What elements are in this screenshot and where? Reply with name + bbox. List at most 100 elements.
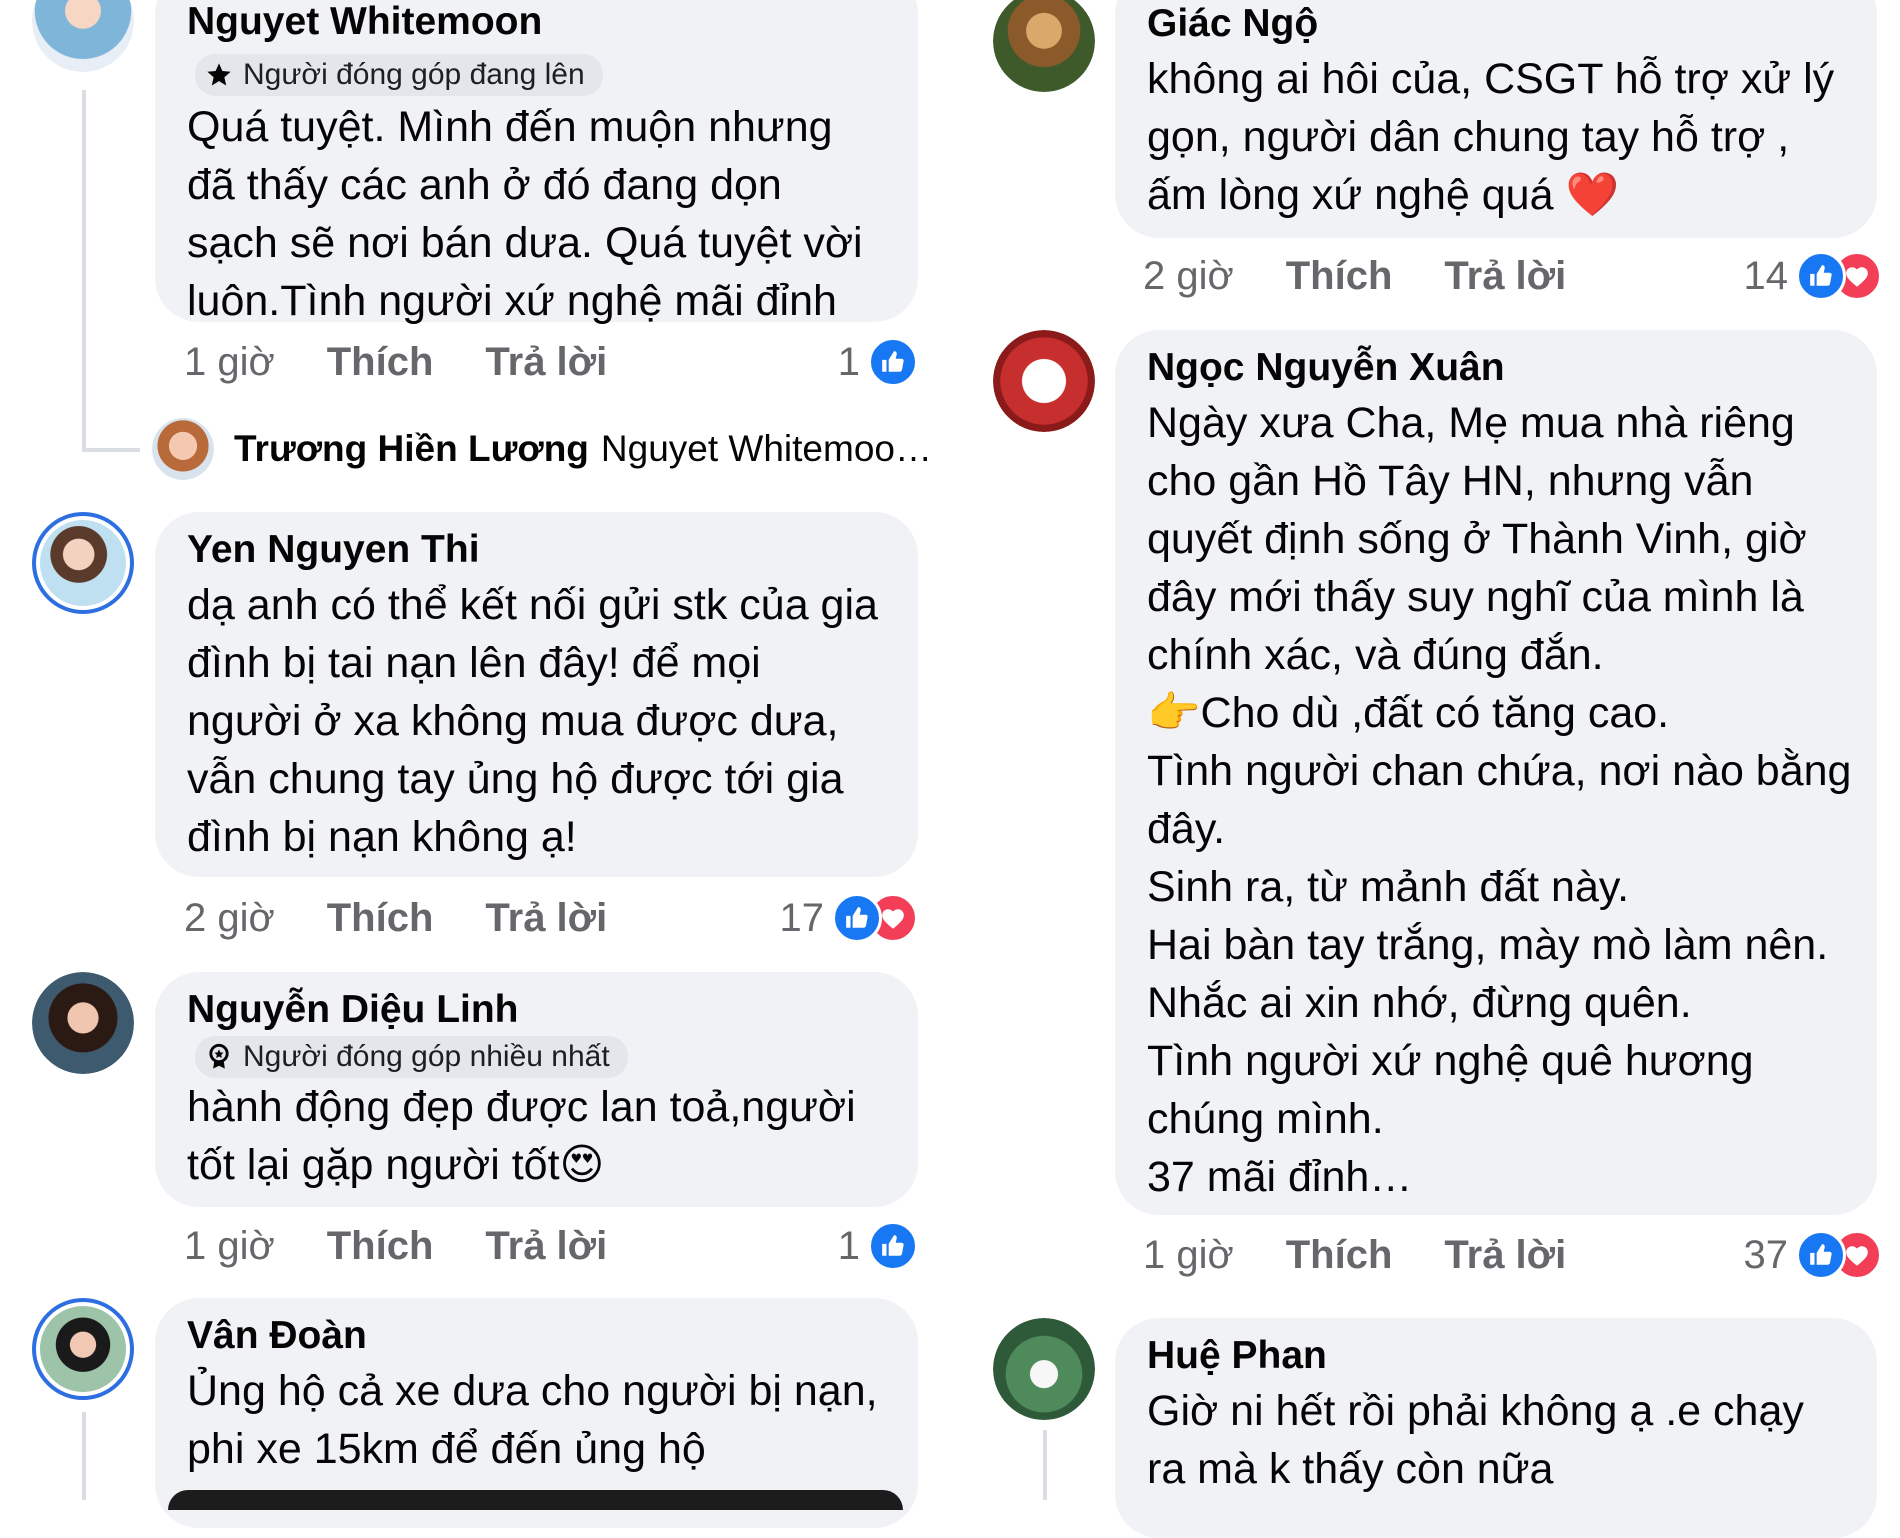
author-name[interactable]: Nguyễn Diệu Linh: [187, 988, 519, 1031]
reply-button[interactable]: Trả lời: [485, 1224, 607, 1269]
comment-time[interactable]: 2 giờ: [184, 896, 275, 941]
author-name[interactable]: Yen Nguyen Thi: [187, 528, 480, 571]
comment-text: hành động đẹp được lan toả,người tốt lại…: [187, 1078, 886, 1194]
comment-text: dạ anh có thể kết nối gửi stk của gia đì…: [187, 576, 886, 866]
avatar[interactable]: [993, 330, 1095, 432]
like-button[interactable]: Thích: [327, 1224, 434, 1269]
thread-connector: [82, 448, 140, 452]
author-name[interactable]: Nguyet Whitemoon: [187, 0, 542, 43]
reaction-count: 14: [1743, 253, 1789, 298]
text-line: Sinh ra, từ mảnh đất này.: [1147, 863, 1630, 911]
text-line: dạ anh có thể kết nối gửi stk của gia: [187, 581, 878, 629]
text-line: Tình người chan chứa, nơi nào bằng: [1147, 747, 1852, 795]
reply-button[interactable]: Trả lời: [1444, 254, 1566, 299]
comment-time[interactable]: 1 giờ: [184, 340, 275, 385]
comment-text: Giờ ni hết rồi phải không ạ .e chạy ra m…: [1147, 1382, 1845, 1498]
text-line: đây mới thấy suy nghĩ của mình là: [1147, 573, 1804, 621]
text-line: gọn, người dân chung tay hỗ trợ ,: [1147, 113, 1790, 161]
like-button[interactable]: Thích: [327, 896, 434, 941]
comment-bubble: Nguyet Whitemoon Người đóng góp đang lên…: [155, 0, 918, 325]
like-reaction-icon: [868, 337, 918, 387]
comment-actions: 1 giờ Thích Trả lời: [1143, 1225, 1618, 1285]
like-reaction-icon: [1796, 1230, 1846, 1280]
avatar[interactable]: [32, 1298, 134, 1400]
text-line: quyết định sống ở Thành Vinh, giờ: [1147, 515, 1807, 563]
comment-bubble: Nguyễn Diệu Linh Người đóng góp nhiều nh…: [155, 972, 918, 1207]
avatar[interactable]: [32, 972, 134, 1074]
comment-actions: 2 giờ Thích Trả lời: [184, 888, 659, 948]
reaction-count: 1: [837, 1223, 860, 1268]
text-line: Ngày xưa Cha, Mẹ mua nhà riêng: [1147, 399, 1795, 447]
text-line: đình bị nạn không ạ!: [187, 813, 577, 861]
comment-bubble: Yen Nguyen Thi dạ anh có thể kết nối gửi…: [155, 512, 918, 877]
like-button[interactable]: Thích: [327, 340, 434, 385]
badge-label: Người đóng góp đang lên: [243, 58, 585, 91]
text-line: tốt lại gặp người tốt😍: [187, 1141, 605, 1189]
comment-actions: 2 giờ Thích Trả lời: [1143, 246, 1618, 306]
text-line: ra mà k thấy còn nữa: [1147, 1445, 1554, 1493]
like-reaction-icon: [1796, 251, 1846, 301]
comment-actions: 1 giờ Thích Trả lời: [184, 1216, 659, 1276]
text-line: chúng mình.: [1147, 1095, 1384, 1143]
avatar[interactable]: [32, 512, 134, 614]
text-line: chính xác, và đúng đắn.: [1147, 631, 1604, 679]
contributor-badge: Người đóng góp đang lên: [195, 54, 603, 96]
reaction-summary[interactable]: 17: [779, 888, 918, 948]
text-line: không ai hôi của, CSGT hỗ trợ xử lý: [1147, 55, 1835, 103]
author-name[interactable]: Huệ Phan: [1147, 1334, 1327, 1377]
text-line: 👉Cho dù ,đất có tăng cao.: [1147, 689, 1670, 737]
text-line: Ủng hộ cả xe dưa cho người bị nạn,: [187, 1367, 878, 1415]
author-name[interactable]: Vân Đoàn: [187, 1314, 367, 1357]
reaction-summary[interactable]: 14: [1743, 246, 1882, 306]
text-line[interactable]: 37 mãi đỉnh…: [1147, 1148, 1845, 1206]
text-line: Nhắc ai xin nhớ, đừng quên.: [1147, 979, 1692, 1027]
reply-text: Nguyet Whitemoo…: [600, 428, 932, 469]
thread-line: [1043, 1430, 1047, 1500]
reaction-count: 1: [837, 339, 860, 384]
text-line: vẫn chung tay ủng hộ được tới gia: [187, 755, 844, 803]
reply-preview[interactable]: Trương Hiền Lương Nguyet Whitemoo…: [152, 418, 932, 480]
thread-line: [82, 1412, 86, 1500]
text-line: Giờ ni hết rồi phải không ạ .e chạy: [1147, 1387, 1804, 1435]
like-button[interactable]: Thích: [1286, 1233, 1393, 1278]
text-line: Tình người xứ nghệ quê hương: [1147, 1037, 1754, 1085]
text-line: Hai bàn tay trắng, mày mò làm nên.: [1147, 921, 1829, 969]
avatar[interactable]: [993, 0, 1095, 92]
reaction-summary[interactable]: 1: [838, 332, 918, 392]
like-button[interactable]: Thích: [1286, 254, 1393, 299]
reaction-count: 17: [779, 895, 825, 940]
reply-avatar[interactable]: [152, 418, 214, 480]
comment-time[interactable]: 1 giờ: [1143, 1233, 1234, 1278]
text-line: hành động đẹp được lan toả,người: [187, 1083, 856, 1131]
comment-text: Quá tuyệt. Mình đến muộn nhưng đã thấy c…: [187, 98, 886, 330]
author-name[interactable]: Giác Ngộ: [1147, 2, 1318, 45]
comment-author[interactable]: Nguyet Whitemoon: [187, 0, 886, 48]
badge-label: Người đóng góp nhiều nhất: [243, 1040, 610, 1073]
comment-time[interactable]: 1 giờ: [184, 1224, 275, 1269]
text-line: phi xe 15km để đến ủng hộ: [187, 1425, 706, 1473]
like-reaction-icon: [832, 893, 882, 943]
contributor-badge: Người đóng góp nhiều nhất: [195, 1036, 628, 1078]
text-line: Quá tuyệt. Mình đến muộn nhưng: [187, 103, 833, 151]
comment-bubble: Giác Ngộ không ai hôi của, CSGT hỗ trợ x…: [1115, 0, 1877, 238]
text-line: ấm lòng xứ nghệ quá ❤️: [1147, 171, 1619, 219]
comment-bubble: Huệ Phan Giờ ni hết rồi phải không ạ .e …: [1115, 1318, 1877, 1538]
reaction-summary[interactable]: 37: [1744, 1225, 1882, 1285]
reply-button[interactable]: Trả lời: [485, 340, 607, 385]
like-reaction-icon: [868, 1221, 918, 1271]
text-line: đây.: [1147, 805, 1226, 853]
star-icon: [207, 63, 231, 86]
text-line: cho gần Hồ Tây HN, nhưng vẫn: [1147, 457, 1754, 505]
avatar[interactable]: [993, 1318, 1095, 1420]
attached-image[interactable]: [168, 1490, 903, 1510]
author-name[interactable]: Ngọc Nguyễn Xuân: [1147, 346, 1505, 389]
comment-bubble: Ngọc Nguyễn Xuân Ngày xưa Cha, Mẹ mua nh…: [1115, 330, 1877, 1215]
reply-author[interactable]: Trương Hiền Lương: [234, 428, 589, 470]
comment-time[interactable]: 2 giờ: [1143, 254, 1234, 299]
text-line: luôn.Tình người xứ nghệ mãi đỉnh: [187, 277, 837, 325]
reaction-summary[interactable]: 1: [838, 1216, 918, 1276]
avatar[interactable]: [32, 0, 134, 72]
reply-button[interactable]: Trả lời: [1444, 1233, 1566, 1278]
text-line: đình bị tai nạn lên đây! để mọi: [187, 639, 761, 687]
reply-button[interactable]: Trả lời: [485, 896, 607, 941]
